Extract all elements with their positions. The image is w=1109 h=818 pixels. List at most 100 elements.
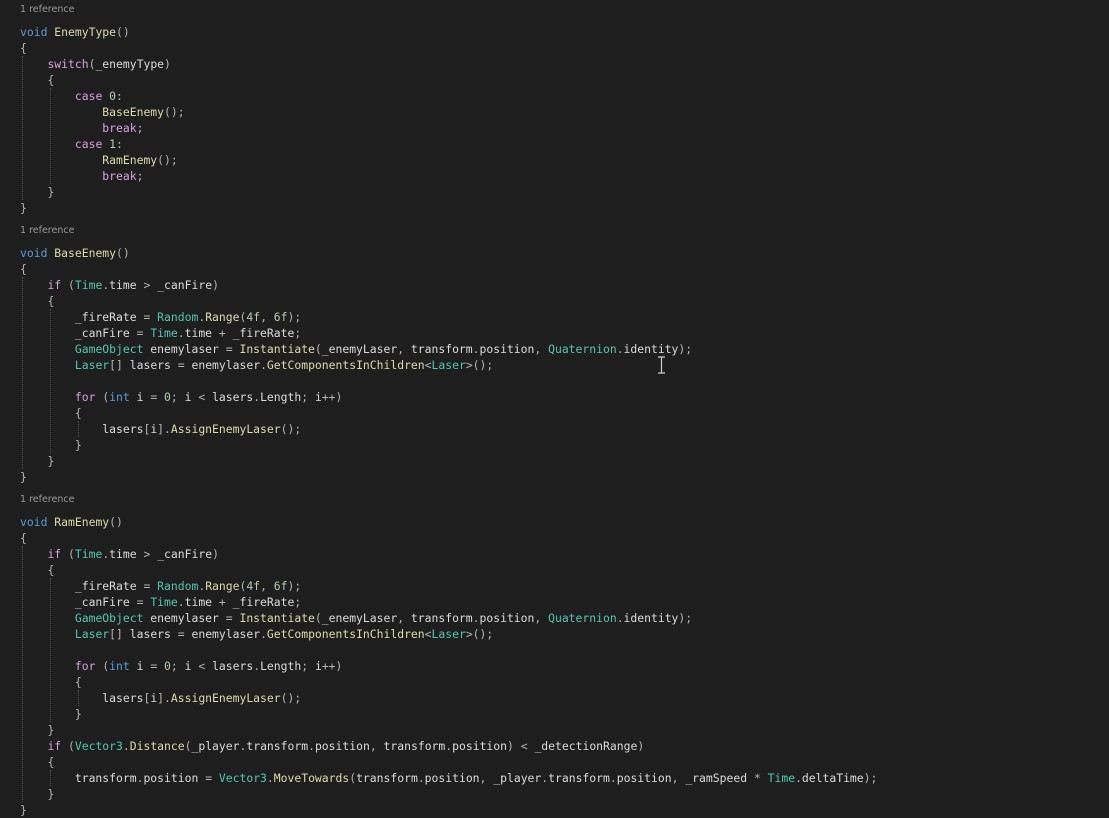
code-line[interactable]: { xyxy=(20,530,27,546)
code-token: ; xyxy=(170,659,185,673)
code-line[interactable]: BaseEnemy(); xyxy=(20,104,184,120)
code-token: position xyxy=(616,771,672,785)
code-line[interactable]: _fireRate = Random.Range(4f, 6f); xyxy=(20,309,301,325)
code-line[interactable]: } xyxy=(20,184,54,200)
code-lens-references[interactable]: 1 reference xyxy=(20,225,74,237)
code-line[interactable]: } xyxy=(20,200,27,216)
code-line[interactable]: { xyxy=(20,562,54,578)
code-line[interactable]: GameObject enemylaser = Instantiate(_ene… xyxy=(20,341,692,357)
code-line[interactable]: break; xyxy=(20,120,143,136)
code-token: . xyxy=(122,739,130,753)
code-token: . xyxy=(177,326,185,340)
code-lens-references[interactable]: 1 reference xyxy=(20,494,74,506)
code-token: transform xyxy=(356,771,418,785)
code-token: , xyxy=(369,739,384,753)
code-token: ( xyxy=(314,611,322,625)
code-line[interactable]: GameObject enemylaser = Instantiate(_ene… xyxy=(20,610,692,626)
code-line[interactable]: lasers[i].AssignEnemyLaser(); xyxy=(20,690,301,706)
code-token: ; xyxy=(301,390,315,404)
code-token: > xyxy=(143,278,158,292)
code-token: lasers xyxy=(129,627,178,641)
code-token: ); xyxy=(678,342,693,356)
code-line[interactable]: } xyxy=(20,802,27,818)
code-line[interactable]: { xyxy=(20,405,82,421)
code-token: lasers xyxy=(212,390,254,404)
code-line[interactable]: for (int i = 0; i < lasers.Length; i++) xyxy=(20,658,343,674)
code-token: AssignEnemyLaser xyxy=(170,422,281,436)
code-token: position xyxy=(452,739,508,753)
code-token: RamEnemy xyxy=(54,515,110,529)
code-line[interactable]: Laser[] lasers = enemylaser.GetComponent… xyxy=(20,357,493,373)
code-token: , xyxy=(260,579,274,593)
code-token: { xyxy=(74,406,82,420)
code-token: } xyxy=(20,803,27,817)
code-token: for xyxy=(74,659,96,673)
code-token: _fireRate xyxy=(232,595,295,609)
code-token: transform xyxy=(246,739,309,753)
code-line[interactable]: } xyxy=(20,453,54,469)
code-token: { xyxy=(74,675,82,689)
code-line[interactable]: _canFire = Time.time + _fireRate; xyxy=(20,594,301,610)
code-token: position xyxy=(479,342,535,356)
code-line[interactable]: { xyxy=(20,72,54,88)
code-line[interactable]: RamEnemy(); xyxy=(20,152,177,168)
code-line[interactable]: lasers[i].AssignEnemyLaser(); xyxy=(20,421,301,437)
code-token: BaseEnemy xyxy=(54,246,117,260)
code-line[interactable]: { xyxy=(20,261,27,277)
code-token: _fireRate xyxy=(232,326,295,340)
code-token: Quaternion xyxy=(548,342,617,356)
code-line[interactable]: } xyxy=(20,786,54,802)
code-line[interactable]: } xyxy=(20,469,27,485)
code-token: lasers xyxy=(212,659,254,673)
code-line[interactable]: if (Vector3.Distance(_player.transform.p… xyxy=(20,738,644,754)
code-token: Instantiate xyxy=(239,342,315,356)
code-token: < xyxy=(424,627,432,641)
code-line[interactable]: _fireRate = Random.Range(4f, 6f); xyxy=(20,578,301,594)
code-token: identity xyxy=(623,611,679,625)
code-editor[interactable]: void EnemyType(){ switch(_enemyType) { c… xyxy=(0,0,1109,818)
code-line[interactable]: void RamEnemy() xyxy=(20,514,123,530)
code-token: EnemyType xyxy=(54,25,117,39)
code-token: ( xyxy=(314,342,322,356)
code-token: if xyxy=(47,739,62,753)
code-token: BaseEnemy xyxy=(102,105,165,119)
code-line[interactable]: } xyxy=(20,706,82,722)
code-token: deltaTime xyxy=(801,771,864,785)
code-token: ); xyxy=(863,771,878,785)
code-line[interactable]: if (Time.time > _canFire) xyxy=(20,546,218,562)
code-token: i xyxy=(314,390,322,404)
code-line[interactable]: switch(_enemyType) xyxy=(20,56,170,72)
code-token: . xyxy=(616,342,624,356)
code-line[interactable]: for (int i = 0; i < lasers.Length; i++) xyxy=(20,389,343,405)
code-line[interactable]: { xyxy=(20,754,54,770)
code-token: i xyxy=(184,659,199,673)
code-line[interactable]: } xyxy=(20,437,82,453)
code-line[interactable]: { xyxy=(20,293,54,309)
code-line[interactable]: _canFire = Time.time + _fireRate; xyxy=(20,325,301,341)
code-token: } xyxy=(47,185,55,199)
code-line[interactable]: { xyxy=(20,40,27,56)
code-line[interactable]: if (Time.time > _canFire) xyxy=(20,277,219,293)
code-lens-references[interactable]: 1 reference xyxy=(20,4,74,16)
code-line[interactable]: { xyxy=(20,674,82,690)
code-line[interactable]: break; xyxy=(20,168,143,184)
code-token: GameObject xyxy=(74,611,144,625)
code-token: ) xyxy=(212,278,219,292)
code-token: _canFire xyxy=(20,595,137,609)
code-line[interactable]: Laser[] lasers = enemylaser.GetComponent… xyxy=(20,626,493,642)
code-line[interactable]: case 0: xyxy=(20,88,123,104)
code-line[interactable]: void EnemyType() xyxy=(20,24,130,40)
code-token: i xyxy=(129,659,151,673)
code-line[interactable]: } xyxy=(20,722,54,738)
code-line[interactable]: case 1: xyxy=(20,136,123,152)
code-line[interactable]: void BaseEnemy() xyxy=(20,245,130,261)
code-line[interactable]: transform.position = Vector3.MoveTowards… xyxy=(20,770,878,786)
code-token: ); xyxy=(287,579,302,593)
code-token: 0 xyxy=(164,390,171,404)
